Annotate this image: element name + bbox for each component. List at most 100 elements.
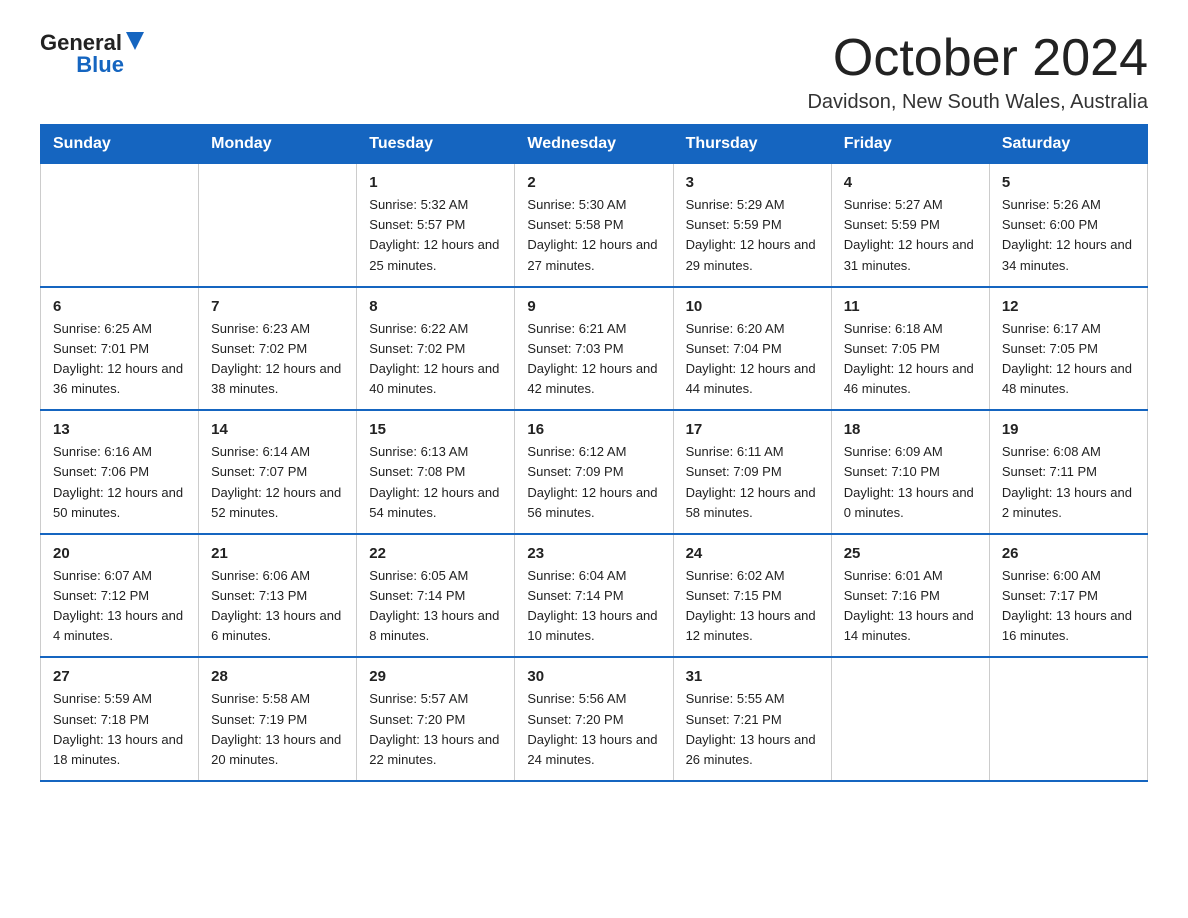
calendar-cell: 4 Sunrise: 5:27 AMSunset: 5:59 PMDaylight…: [831, 164, 989, 287]
col-header-monday: Monday: [199, 125, 357, 164]
day-info: Sunrise: 5:55 AMSunset: 7:21 PMDaylight:…: [686, 689, 819, 770]
day-info: Sunrise: 6:21 AMSunset: 7:03 PMDaylight:…: [527, 319, 660, 400]
day-number: 12: [1002, 298, 1135, 315]
day-number: 2: [527, 174, 660, 191]
calendar-cell: 30 Sunrise: 5:56 AMSunset: 7:20 PMDayligh…: [515, 657, 673, 781]
calendar-week-4: 20 Sunrise: 6:07 AMSunset: 7:12 PMDayligh…: [41, 534, 1148, 658]
day-number: 3: [686, 174, 819, 191]
day-info: Sunrise: 5:56 AMSunset: 7:20 PMDaylight:…: [527, 689, 660, 770]
calendar-cell: [831, 657, 989, 781]
logo-triangle-icon: [126, 32, 144, 50]
day-info: Sunrise: 6:13 AMSunset: 7:08 PMDaylight:…: [369, 442, 502, 523]
calendar-cell: 23 Sunrise: 6:04 AMSunset: 7:14 PMDayligh…: [515, 534, 673, 658]
day-info: Sunrise: 6:00 AMSunset: 7:17 PMDaylight:…: [1002, 566, 1135, 647]
calendar-cell: 29 Sunrise: 5:57 AMSunset: 7:20 PMDayligh…: [357, 657, 515, 781]
day-info: Sunrise: 6:06 AMSunset: 7:13 PMDaylight:…: [211, 566, 344, 647]
month-title: October 2024: [807, 30, 1148, 87]
day-number: 1: [369, 174, 502, 191]
day-number: 31: [686, 668, 819, 685]
day-number: 17: [686, 421, 819, 438]
day-info: Sunrise: 5:57 AMSunset: 7:20 PMDaylight:…: [369, 689, 502, 770]
calendar-cell: 9Sunrise: 6:21 AMSunset: 7:03 PMDaylight…: [515, 287, 673, 411]
day-info: Sunrise: 6:01 AMSunset: 7:16 PMDaylight:…: [844, 566, 977, 647]
calendar-cell: 27 Sunrise: 5:59 AMSunset: 7:18 PMDayligh…: [41, 657, 199, 781]
logo-text-blue: Blue: [76, 52, 124, 78]
day-info: Sunrise: 6:08 AMSunset: 7:11 PMDaylight:…: [1002, 442, 1135, 523]
calendar-cell: 1 Sunrise: 5:32 AMSunset: 5:57 PMDaylight…: [357, 164, 515, 287]
day-info: Sunrise: 6:14 AMSunset: 7:07 PMDaylight:…: [211, 442, 344, 523]
day-number: 10: [686, 298, 819, 315]
day-number: 18: [844, 421, 977, 438]
calendar-cell: 15 Sunrise: 6:13 AMSunset: 7:08 PMDayligh…: [357, 410, 515, 534]
day-info: Sunrise: 5:30 AMSunset: 5:58 PMDaylight:…: [527, 195, 660, 276]
day-info: Sunrise: 6:11 AMSunset: 7:09 PMDaylight:…: [686, 442, 819, 523]
calendar-cell: 8Sunrise: 6:22 AMSunset: 7:02 PMDaylight…: [357, 287, 515, 411]
day-info: Sunrise: 5:59 AMSunset: 7:18 PMDaylight:…: [53, 689, 186, 770]
col-header-friday: Friday: [831, 125, 989, 164]
calendar-cell: 20 Sunrise: 6:07 AMSunset: 7:12 PMDayligh…: [41, 534, 199, 658]
calendar-cell: 16 Sunrise: 6:12 AMSunset: 7:09 PMDayligh…: [515, 410, 673, 534]
calendar-cell: [199, 164, 357, 287]
calendar-cell: 26 Sunrise: 6:00 AMSunset: 7:17 PMDayligh…: [989, 534, 1147, 658]
calendar-cell: 28Sunrise: 5:58 AMSunset: 7:19 PMDayligh…: [199, 657, 357, 781]
day-info: Sunrise: 6:12 AMSunset: 7:09 PMDaylight:…: [527, 442, 660, 523]
calendar-cell: 3 Sunrise: 5:29 AMSunset: 5:59 PMDaylight…: [673, 164, 831, 287]
calendar-cell: [989, 657, 1147, 781]
day-number: 27: [53, 668, 186, 685]
day-number: 26: [1002, 545, 1135, 562]
day-info: Sunrise: 5:29 AMSunset: 5:59 PMDaylight:…: [686, 195, 819, 276]
col-header-tuesday: Tuesday: [357, 125, 515, 164]
day-info: Sunrise: 5:27 AMSunset: 5:59 PMDaylight:…: [844, 195, 977, 276]
calendar-cell: [41, 164, 199, 287]
day-info: Sunrise: 6:04 AMSunset: 7:14 PMDaylight:…: [527, 566, 660, 647]
calendar-week-2: 6 Sunrise: 6:25 AMSunset: 7:01 PMDaylight…: [41, 287, 1148, 411]
logo: General Blue: [40, 30, 144, 78]
day-number: 20: [53, 545, 186, 562]
day-info: Sunrise: 6:07 AMSunset: 7:12 PMDaylight:…: [53, 566, 186, 647]
day-number: 4: [844, 174, 977, 191]
day-number: 5: [1002, 174, 1135, 191]
calendar-cell: 14 Sunrise: 6:14 AMSunset: 7:07 PMDayligh…: [199, 410, 357, 534]
day-number: 14: [211, 421, 344, 438]
day-number: 7: [211, 298, 344, 315]
calendar-cell: 7 Sunrise: 6:23 AMSunset: 7:02 PMDaylight…: [199, 287, 357, 411]
day-number: 23: [527, 545, 660, 562]
day-number: 16: [527, 421, 660, 438]
calendar-cell: 2 Sunrise: 5:30 AMSunset: 5:58 PMDaylight…: [515, 164, 673, 287]
day-number: 29: [369, 668, 502, 685]
day-info: Sunrise: 6:20 AMSunset: 7:04 PMDaylight:…: [686, 319, 819, 400]
calendar-cell: 21Sunrise: 6:06 AMSunset: 7:13 PMDayligh…: [199, 534, 357, 658]
day-number: 25: [844, 545, 977, 562]
day-number: 24: [686, 545, 819, 562]
day-info: Sunrise: 6:16 AMSunset: 7:06 PMDaylight:…: [53, 442, 186, 523]
location-title: Davidson, New South Wales, Australia: [807, 91, 1148, 114]
calendar-cell: 5Sunrise: 5:26 AMSunset: 6:00 PMDaylight…: [989, 164, 1147, 287]
calendar-cell: 18 Sunrise: 6:09 AMSunset: 7:10 PMDayligh…: [831, 410, 989, 534]
day-info: Sunrise: 6:05 AMSunset: 7:14 PMDaylight:…: [369, 566, 502, 647]
page-header: General Blue October 2024 Davidson, New …: [40, 30, 1148, 114]
calendar-week-1: 1 Sunrise: 5:32 AMSunset: 5:57 PMDaylight…: [41, 164, 1148, 287]
day-number: 19: [1002, 421, 1135, 438]
calendar-table: SundayMondayTuesdayWednesdayThursdayFrid…: [40, 124, 1148, 782]
day-number: 11: [844, 298, 977, 315]
calendar-cell: 25 Sunrise: 6:01 AMSunset: 7:16 PMDayligh…: [831, 534, 989, 658]
calendar-cell: 31 Sunrise: 5:55 AMSunset: 7:21 PMDayligh…: [673, 657, 831, 781]
day-info: Sunrise: 6:09 AMSunset: 7:10 PMDaylight:…: [844, 442, 977, 523]
calendar-cell: 24Sunrise: 6:02 AMSunset: 7:15 PMDayligh…: [673, 534, 831, 658]
day-number: 30: [527, 668, 660, 685]
calendar-cell: 12Sunrise: 6:17 AMSunset: 7:05 PMDayligh…: [989, 287, 1147, 411]
day-number: 15: [369, 421, 502, 438]
col-header-thursday: Thursday: [673, 125, 831, 164]
calendar-cell: 10 Sunrise: 6:20 AMSunset: 7:04 PMDayligh…: [673, 287, 831, 411]
col-header-saturday: Saturday: [989, 125, 1147, 164]
day-info: Sunrise: 6:25 AMSunset: 7:01 PMDaylight:…: [53, 319, 186, 400]
calendar-header-row: SundayMondayTuesdayWednesdayThursdayFrid…: [41, 125, 1148, 164]
day-number: 6: [53, 298, 186, 315]
day-info: Sunrise: 5:32 AMSunset: 5:57 PMDaylight:…: [369, 195, 502, 276]
col-header-wednesday: Wednesday: [515, 125, 673, 164]
calendar-cell: 13Sunrise: 6:16 AMSunset: 7:06 PMDayligh…: [41, 410, 199, 534]
calendar-cell: 22Sunrise: 6:05 AMSunset: 7:14 PMDayligh…: [357, 534, 515, 658]
day-info: Sunrise: 6:23 AMSunset: 7:02 PMDaylight:…: [211, 319, 344, 400]
calendar-cell: 11Sunrise: 6:18 AMSunset: 7:05 PMDayligh…: [831, 287, 989, 411]
day-info: Sunrise: 5:58 AMSunset: 7:19 PMDaylight:…: [211, 689, 344, 770]
